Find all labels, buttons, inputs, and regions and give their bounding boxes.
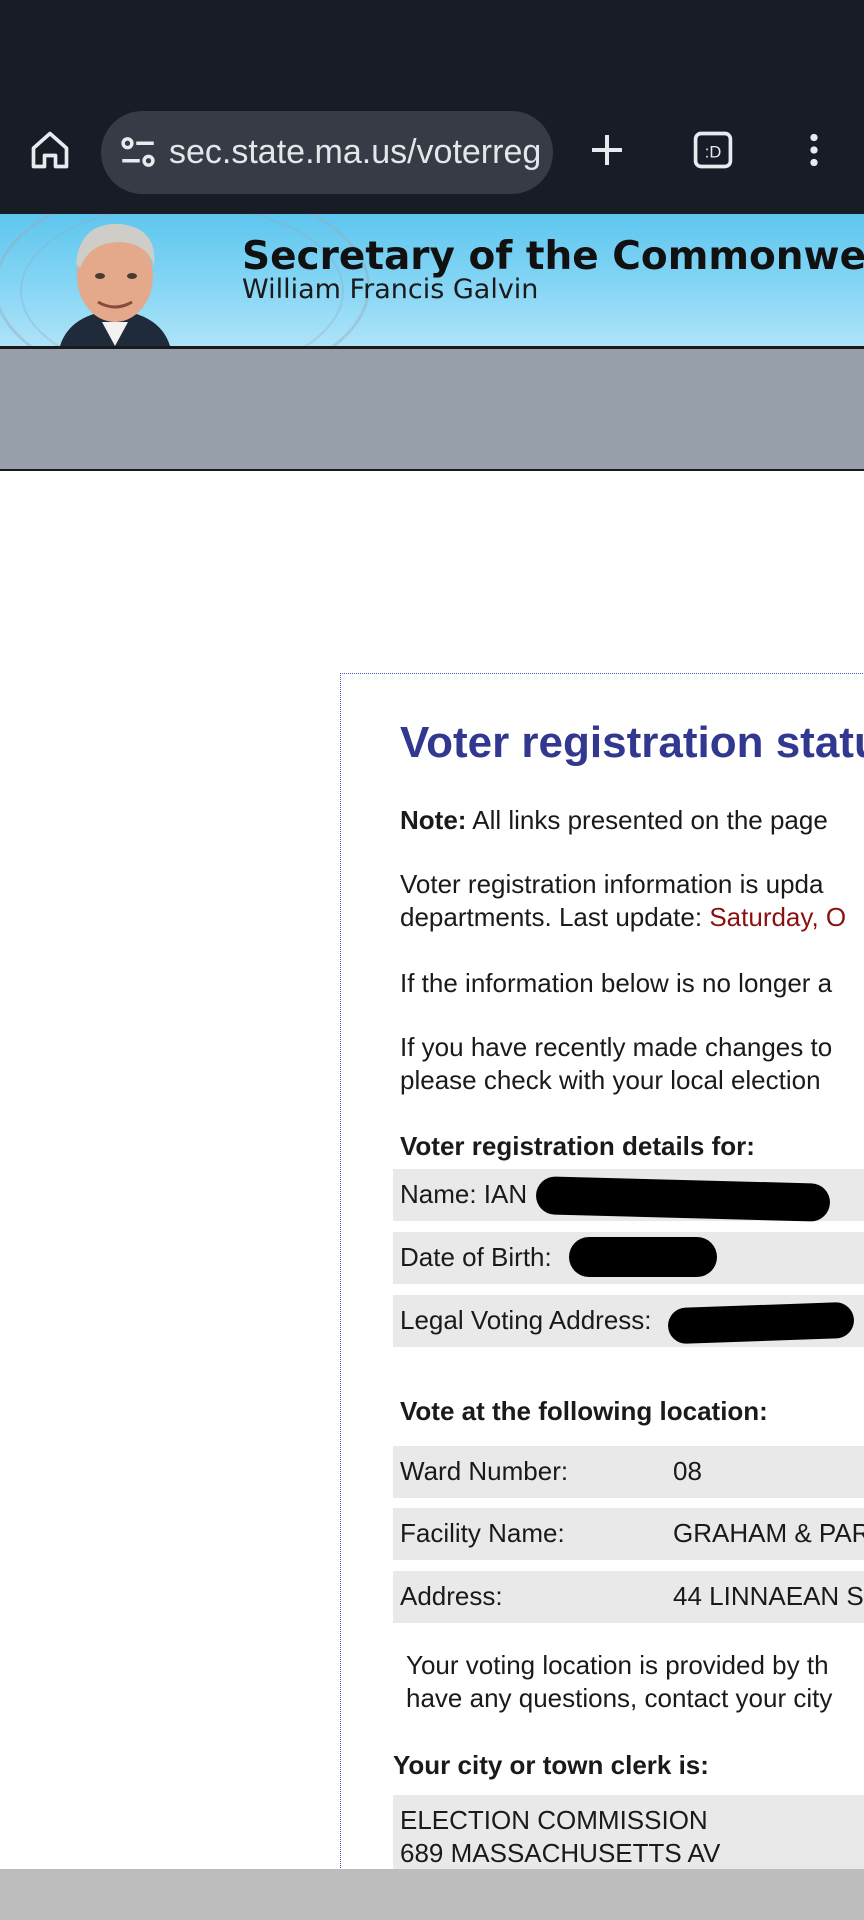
note-label: Note: [400, 805, 467, 835]
note-text: All links presented on the page [472, 805, 828, 835]
last-update-date: Saturday, O [709, 902, 847, 932]
site-banner: Secretary of the Commonwealth of William… [0, 214, 864, 349]
clerk-heading: Your city or town clerk is: [393, 1750, 709, 1780]
clerk-line-1: ELECTION COMMISSION [400, 1805, 708, 1835]
location-note-line-2: have any questions, contact your city [406, 1683, 833, 1713]
redacted-name [535, 1176, 831, 1222]
update-line-2: departments. Last update: Saturday, O [400, 902, 846, 933]
update-line-1: Voter registration information is upda [400, 869, 824, 899]
clerk-line-2: 689 MASSACHUSETTS AV [400, 1838, 721, 1868]
page-title: Voter registration status [400, 718, 864, 767]
site-subtitle: William Francis Galvin [242, 274, 539, 305]
navigation-band [0, 349, 864, 471]
polling-address-row: Address: 44 LINNAEAN S [393, 1571, 864, 1623]
changes-line-2: please check with your local election [400, 1065, 821, 1095]
note-paragraph: Note: All links presented on the page [400, 805, 828, 836]
home-button[interactable] [18, 118, 82, 182]
voter-name-label: Name: IAN [400, 1179, 528, 1209]
new-tab-button[interactable] [575, 118, 639, 182]
ward-value: 08 [673, 1456, 702, 1486]
facility-value: GRAHAM & PAR [673, 1518, 864, 1548]
info-line: If the information below is no longer a [400, 968, 833, 998]
browser-toolbar: sec.state.ma.us/voterreg :D [0, 0, 864, 214]
overflow-menu-button[interactable] [782, 118, 846, 182]
more-vertical-icon [810, 133, 818, 167]
site-settings-icon[interactable] [117, 131, 159, 173]
update-prefix: departments. Last update: [400, 902, 703, 932]
redacted-address [667, 1301, 855, 1345]
details-heading: Voter registration details for: [400, 1131, 755, 1161]
ward-label: Ward Number: [400, 1456, 569, 1486]
facility-label: Facility Name: [400, 1518, 565, 1548]
address-bar[interactable]: sec.state.ma.us/voterreg [101, 111, 553, 194]
facility-row: Facility Name: GRAHAM & PAR [393, 1508, 864, 1560]
url-text[interactable]: sec.state.ma.us/voterreg [169, 111, 541, 194]
redacted-dob [569, 1237, 717, 1277]
polling-address-label: Address: [400, 1581, 503, 1611]
polling-address-value: 44 LINNAEAN S [673, 1581, 864, 1611]
ward-row: Ward Number: 08 [393, 1446, 864, 1498]
plus-icon [592, 135, 622, 165]
changes-line-1: If you have recently made changes to [400, 1032, 833, 1062]
voting-address-label: Legal Voting Address: [400, 1305, 652, 1335]
dob-label: Date of Birth: [400, 1242, 552, 1272]
svg-text::D: :D [705, 143, 722, 161]
location-note-line-1: Your voting location is provided by th [406, 1650, 829, 1680]
tab-switcher-icon: :D [693, 131, 733, 169]
tab-switcher-button[interactable]: :D [681, 118, 745, 182]
site-title: Secretary of the Commonwealth of [242, 234, 864, 279]
home-icon [31, 131, 69, 169]
secretary-portrait [60, 223, 170, 346]
location-heading: Vote at the following location: [400, 1396, 768, 1426]
bottom-gesture-bar [0, 1869, 864, 1920]
